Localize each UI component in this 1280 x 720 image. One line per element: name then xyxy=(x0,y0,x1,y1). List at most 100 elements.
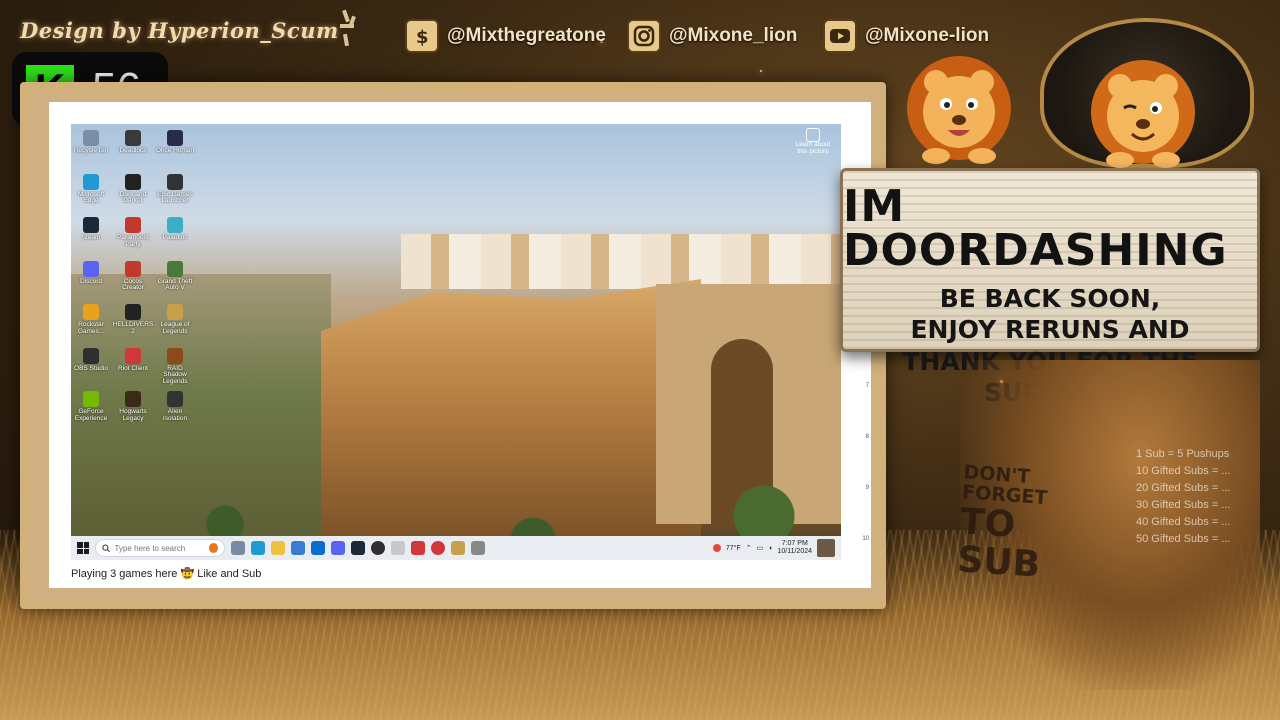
desktop-icon[interactable]: Recycle Bin xyxy=(71,130,111,155)
desktop-icon-label: OBS Studio xyxy=(74,364,108,372)
desktop-icon[interactable]: RAID Shadow Legends xyxy=(155,347,195,386)
desktop-icon-label: Cocos Creator xyxy=(122,277,144,292)
desktop-icon[interactable]: Once Human xyxy=(155,130,195,155)
app-icon[interactable] xyxy=(391,541,405,555)
pumpkin-icon xyxy=(208,543,218,553)
screen-capture: Recycle Bin Deadlock Once Human Microsoft E… xyxy=(49,102,871,588)
store-icon[interactable] xyxy=(291,541,305,555)
stream-title: Playing 3 games here 🤠 Like and Sub xyxy=(71,568,262,580)
desktop-icon[interactable]: Microsoft Edge xyxy=(71,173,111,206)
search-input[interactable] xyxy=(114,543,205,553)
weather-icon[interactable] xyxy=(712,544,721,552)
sub-goal-item: 10 Gifted Subs = ... xyxy=(1136,465,1231,478)
raid-icon xyxy=(167,347,183,364)
clock[interactable]: 7:07 PM 10/11/2024 xyxy=(777,540,812,555)
discord-icon xyxy=(83,260,99,277)
desktop-icon[interactable]: Dark and Darker xyxy=(113,173,153,206)
away-sign: IM DOORDASHING BE BACK SOON, ENJOY RERUN… xyxy=(840,168,1260,407)
design-credit: Design by Hyperion_Scum xyxy=(20,18,339,43)
webcam-avatar xyxy=(817,539,835,557)
social-handle: @Mixone_lion xyxy=(669,25,798,46)
file-explorer-icon[interactable] xyxy=(271,541,285,555)
desktop-icon-label: Paramount Party xyxy=(117,234,149,248)
steam-icon xyxy=(83,217,99,233)
desktop-icon[interactable]: OBS Studio xyxy=(71,347,111,373)
temperature[interactable]: 77°F xyxy=(726,545,741,552)
search-icon xyxy=(102,544,111,552)
town-scenery xyxy=(401,234,841,289)
desktop-icon[interactable]: Cocos Creator xyxy=(113,260,153,293)
sub-goal-item: 30 Gifted Subs = ... xyxy=(1136,499,1231,512)
to-sub-text: TO SUB xyxy=(956,501,1042,586)
desktop-icon[interactable]: Rockstar Games... xyxy=(71,304,111,336)
obs-icon[interactable] xyxy=(371,541,385,555)
hogwarts-icon xyxy=(125,391,141,407)
desktop-icon[interactable]: Hogwarts Legacy xyxy=(113,391,153,423)
desktop-icon-label: RAID Shadow Legends xyxy=(162,364,188,386)
taskbar-search[interactable] xyxy=(95,539,225,557)
dont-forget-to-sub: DON'T FORGET TO SUB xyxy=(956,461,1102,588)
steam-icon[interactable] xyxy=(351,541,365,555)
edge-icon[interactable] xyxy=(251,541,265,555)
sub-goals-list: 1 Sub = 5 Pushups 10 Gifted Subs = ... 20 … xyxy=(1136,446,1266,548)
brush-fan-icon xyxy=(340,9,356,47)
riot-icon xyxy=(125,347,141,364)
desktop-icon-label: Paladins xyxy=(162,234,188,241)
camera-icon xyxy=(806,128,820,142)
riot-icon[interactable] xyxy=(411,541,425,555)
desktop-icon[interactable]: Paladins xyxy=(155,217,195,242)
desktop-icon-label: Recycle Bin xyxy=(73,147,109,154)
system-tray: 77°F ⌃ ▭ ◖ 7:07 PM 10/11/2024 xyxy=(712,539,835,557)
learn-about-picture[interactable]: Learn about this picture xyxy=(793,128,833,156)
dark-and-darker-icon xyxy=(125,173,141,190)
cartoon-lion-winking-icon xyxy=(1091,60,1195,168)
desktop-icon-label: Rockstar Games... xyxy=(77,321,105,335)
desktop-icon[interactable]: Epic Games Launcher xyxy=(155,173,195,206)
social-handle: @Mixthegreatone xyxy=(447,25,606,46)
cartoon-lion-left-icon xyxy=(907,56,1011,164)
desktop-icon[interactable]: HELLDIVERS 2 xyxy=(113,304,153,336)
gta-icon xyxy=(167,260,183,277)
ruler-mark: 9 xyxy=(865,485,869,491)
social-dollar[interactable]: $ @Mixthegreatone xyxy=(405,18,606,54)
app-icon[interactable] xyxy=(471,541,485,555)
desktop-icon-label: Once Human xyxy=(155,147,195,154)
league-icon[interactable] xyxy=(451,541,465,555)
learn-label: Learn about this picture xyxy=(795,141,831,155)
mail-icon[interactable] xyxy=(311,541,325,555)
clock-date: 10/11/2024 xyxy=(777,548,812,555)
alien-icon xyxy=(167,391,183,407)
desktop-icon-label: Alien Isolation xyxy=(162,408,188,422)
desktop-icon-label: Hogwarts Legacy xyxy=(119,408,147,422)
obs-icon xyxy=(83,347,99,364)
once-human-icon xyxy=(167,130,183,146)
windows-start-icon[interactable] xyxy=(77,542,89,554)
network-icon[interactable]: ▭ xyxy=(757,544,764,552)
task-view-icon[interactable] xyxy=(231,541,245,555)
chevron-up-icon[interactable]: ⌃ xyxy=(746,544,752,552)
volume-icon[interactable]: ◖ xyxy=(768,545,772,552)
desktop-icon[interactable]: Grand Theft Auto V xyxy=(155,260,195,293)
desktop-icon-label: GeForce Experience xyxy=(74,408,108,422)
epic-games-icon xyxy=(167,173,183,190)
discord-icon[interactable] xyxy=(331,541,345,555)
desktop-icon[interactable]: GeForce Experience xyxy=(71,391,111,423)
helldivers-icon xyxy=(125,304,141,320)
desktop-icon[interactable]: Paramount Party xyxy=(113,217,153,249)
paramount-icon xyxy=(125,217,141,233)
league-icon xyxy=(167,304,183,320)
desktop-icon-label: Riot Client xyxy=(118,364,148,372)
geforce-icon xyxy=(83,391,99,407)
recording-icon[interactable] xyxy=(431,541,445,555)
social-youtube[interactable]: @Mixone-lion xyxy=(823,18,989,54)
desktop-icon[interactable]: League of Legends xyxy=(155,304,195,336)
desktop-icon[interactable]: Riot Client xyxy=(113,347,153,373)
desktop-icon[interactable]: Discord xyxy=(71,260,111,286)
social-instagram[interactable]: @Mixone_lion xyxy=(627,18,797,54)
cocos-icon xyxy=(125,260,141,277)
sub-goal-item: 50 Gifted Subs = ... xyxy=(1136,533,1231,546)
desktop-icon[interactable]: Steam xyxy=(71,217,111,242)
desktop-icon[interactable]: Alien Isolation xyxy=(155,391,195,423)
desktop-icon[interactable]: Deadlock xyxy=(113,130,153,155)
desktop-icon-label: Grand Theft Auto V xyxy=(157,277,193,292)
